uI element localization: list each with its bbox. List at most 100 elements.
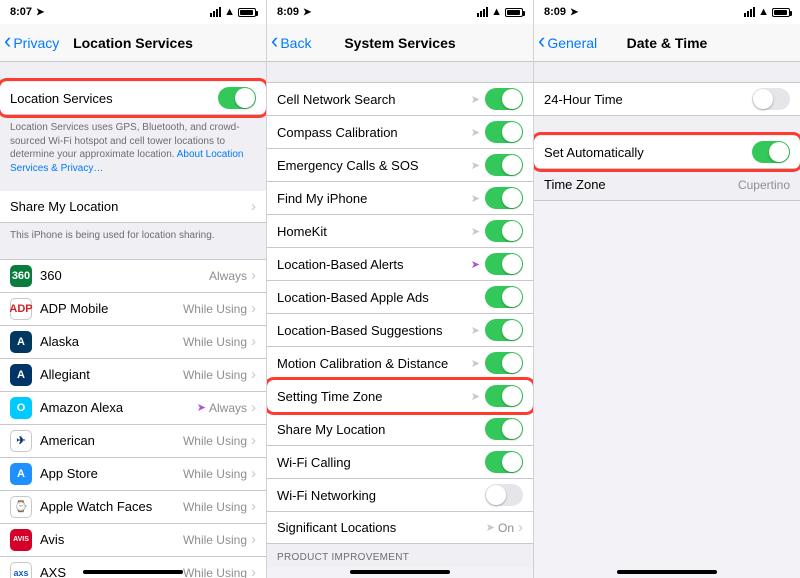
app-row[interactable]: ⌚Apple Watch FacesWhile Using› (0, 491, 266, 524)
service-label: Location-Based Apple Ads (277, 290, 485, 305)
service-row[interactable]: Share My Location (267, 413, 533, 446)
location-arrow-icon: ➤ (471, 93, 480, 106)
service-label: Location-Based Alerts (277, 257, 471, 272)
battery-icon (238, 8, 256, 17)
toggle-switch[interactable] (485, 352, 523, 374)
service-row[interactable]: Significant Locations➤On› (267, 512, 533, 544)
service-row[interactable]: Find My iPhone➤ (267, 182, 533, 215)
toggle-switch[interactable] (752, 88, 790, 110)
location-arrow-icon: ➤ (303, 7, 311, 18)
location-arrow-icon: ➤ (471, 324, 480, 337)
signal-icon (477, 7, 488, 17)
app-name: Alaska (40, 334, 183, 349)
app-icon: O (10, 397, 32, 419)
app-row[interactable]: ADP ADP MobileWhile Using › (0, 293, 266, 326)
service-label: Significant Locations (277, 520, 486, 535)
app-permission-detail: While Using (183, 566, 247, 578)
app-row[interactable]: AApp StoreWhile Using› (0, 458, 266, 491)
service-row[interactable]: Motion Calibration & Distance➤ (267, 347, 533, 380)
back-button[interactable]: Privacy (4, 24, 59, 61)
row-label: 24-Hour Time (544, 92, 752, 107)
app-row[interactable]: ✈AmericanWhile Using› (0, 425, 266, 458)
app-name: Amazon Alexa (40, 400, 197, 415)
toggle-switch[interactable] (485, 385, 523, 407)
chevron-right-icon: › (251, 465, 256, 482)
app-permission-detail: While Using (183, 302, 247, 316)
app-icon: A (10, 463, 32, 485)
toggle-switch[interactable] (485, 154, 523, 176)
wifi-icon: ▲ (224, 6, 235, 18)
toggle-switch[interactable] (485, 418, 523, 440)
app-name: 360 (40, 268, 209, 283)
chevron-right-icon: › (251, 564, 256, 578)
nav-bar: General Date & Time (534, 24, 800, 62)
share-my-location-row[interactable]: Share My Location › (0, 191, 266, 223)
service-row[interactable]: Setting Time Zone➤ (267, 380, 533, 413)
toggle-switch[interactable] (485, 253, 523, 275)
chevron-right-icon: › (251, 531, 256, 548)
app-icon: ✈ (10, 430, 32, 452)
app-permission-detail: ➤Always (197, 401, 247, 415)
app-row[interactable]: OAmazon Alexa➤Always› (0, 392, 266, 425)
datetime-row[interactable]: Set Automatically (534, 136, 800, 169)
toggle-switch[interactable] (485, 88, 523, 110)
toggle-switch[interactable] (752, 141, 790, 163)
app-row[interactable]: AAlaskaWhile Using› (0, 326, 266, 359)
app-name: Avis (40, 532, 183, 547)
service-row[interactable]: Location-Based Apple Ads (267, 281, 533, 314)
service-row[interactable]: HomeKit➤ (267, 215, 533, 248)
location-arrow-icon: ➤ (197, 401, 206, 414)
service-row[interactable]: Compass Calibration➤ (267, 116, 533, 149)
datetime-row[interactable]: 24-Hour Time (534, 82, 800, 116)
status-bar: 8:07➤ ▲ (0, 0, 266, 24)
status-time: 8:07 (10, 6, 32, 18)
app-name: ADP Mobile (40, 301, 183, 316)
service-label: Location-Based Suggestions (277, 323, 471, 338)
service-row[interactable]: Wi-Fi Calling (267, 446, 533, 479)
toggle-switch[interactable] (485, 187, 523, 209)
app-row[interactable]: 360360Always› (0, 259, 266, 293)
signal-icon (744, 7, 755, 17)
wifi-icon: ▲ (491, 6, 502, 18)
app-icon: ADP (10, 298, 32, 320)
service-row[interactable]: Wi-Fi Networking (267, 479, 533, 512)
toggle-switch[interactable] (485, 121, 523, 143)
app-row[interactable]: axsAXSWhile Using› (0, 557, 266, 578)
app-name: Apple Watch Faces (40, 499, 183, 514)
pane-date-time: 8:09➤ ▲ General Date & Time 24-Hour Time… (534, 0, 800, 578)
location-arrow-icon: ➤ (471, 357, 480, 370)
toggle-switch[interactable] (485, 286, 523, 308)
service-row[interactable]: Cell Network Search➤ (267, 82, 533, 116)
home-indicator (617, 570, 717, 574)
service-row[interactable]: Location-Based Alerts➤ (267, 248, 533, 281)
location-arrow-icon: ➤ (471, 258, 480, 271)
app-permission-detail: While Using (183, 434, 247, 448)
toggle-switch[interactable] (485, 484, 523, 506)
back-button[interactable]: General (538, 24, 597, 61)
toggle-switch[interactable] (485, 220, 523, 242)
status-bar: 8:09➤ ▲ (267, 0, 533, 24)
service-detail: ➤On (486, 521, 514, 535)
signal-icon (210, 7, 221, 17)
home-indicator (350, 570, 450, 574)
share-location-note: This iPhone is being used for location s… (0, 223, 266, 249)
toggle-switch[interactable] (485, 451, 523, 473)
row-label: Time Zone (544, 177, 738, 192)
app-row[interactable]: AAllegiantWhile Using› (0, 359, 266, 392)
service-label: Wi-Fi Calling (277, 455, 485, 470)
location-arrow-icon: ➤ (471, 390, 480, 403)
location-arrow-icon: ➤ (471, 159, 480, 172)
app-permission-detail: While Using (183, 467, 247, 481)
location-arrow-icon: ➤ (471, 126, 480, 139)
chevron-right-icon: › (251, 300, 256, 317)
datetime-row: Time ZoneCupertino (534, 169, 800, 201)
app-row[interactable]: AVISAvisWhile Using› (0, 524, 266, 557)
service-row[interactable]: Emergency Calls & SOS➤ (267, 149, 533, 182)
toggle-switch[interactable] (218, 87, 256, 109)
app-permission-detail: While Using (183, 500, 247, 514)
back-button[interactable]: Back (271, 24, 311, 61)
service-row[interactable]: Location-Based Suggestions➤ (267, 314, 533, 347)
row-label: Set Automatically (544, 145, 752, 160)
toggle-switch[interactable] (485, 319, 523, 341)
location-services-toggle-row[interactable]: Location Services (0, 82, 266, 115)
